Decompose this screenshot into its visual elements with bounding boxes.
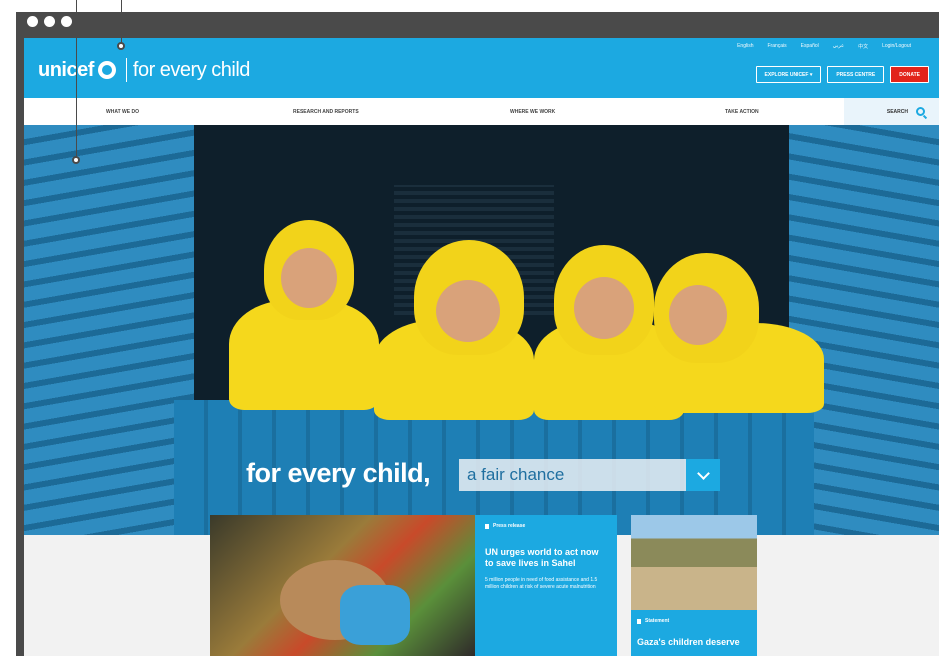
callout-line [121,0,122,44]
main-nav: WHAT WE DO RESEARCH AND REPORTS WHERE WE… [24,98,939,125]
story-card-photo [631,515,757,610]
language-chinese[interactable]: 中文 [858,43,868,50]
dropdown-toggle[interactable] [686,459,720,491]
hero-title: for every child, [246,458,431,488]
news-card-tag-label: Press release [493,523,526,529]
window-controls [27,16,72,27]
document-icon [637,618,641,624]
window-dot-icon[interactable] [61,16,72,27]
language-spanish[interactable]: Español [801,43,819,50]
donate-button[interactable]: DONATE [890,66,929,83]
language-selector: English Français Español عربي 中文 Login/L… [737,43,911,50]
explore-unicef-button[interactable]: EXPLORE UNICEF ▾ [755,66,822,83]
language-french[interactable]: Français [767,43,786,50]
story-card-tag: Statement [637,618,669,624]
chevron-down-icon [696,466,710,480]
language-english[interactable]: English [737,43,753,50]
story-card-tag-label: Statement [645,618,670,624]
unicef-globe-icon [97,61,116,79]
search-button[interactable]: SEARCH [844,98,939,125]
window-dot-icon[interactable] [27,16,38,27]
brand-tagline: for every child [132,58,251,81]
brand-name: unicef [38,58,94,81]
login-link[interactable]: Login/Logout [882,43,911,50]
page-viewport: unicef for every child English Français … [24,38,939,656]
callout-line [76,0,77,160]
story-card[interactable]: Statement Gaza's children deserve [631,515,757,656]
hero-dropdown[interactable]: a fair chance [459,459,720,491]
press-centre-button[interactable]: PRESS CENTRE [827,66,885,83]
callout-marker [117,42,125,50]
language-arabic[interactable]: عربي [833,43,844,50]
nav-research-reports[interactable]: RESEARCH AND REPORTS [293,109,359,115]
feature-photo-cloth [340,585,410,645]
hero-banner: for every child, a fair chance [24,125,939,535]
window-dot-icon[interactable] [44,16,55,27]
news-card[interactable]: Press release UN urges world to act now … [475,515,617,656]
nav-take-action[interactable]: TAKE ACTION [725,109,759,115]
header: unicef for every child English Français … [24,38,939,98]
nav-what-we-do[interactable]: WHAT WE DO [106,109,139,115]
document-icon [485,523,489,529]
story-card-headline[interactable]: Gaza's children deserve [637,637,740,647]
hero-photo-shutter-left [24,125,194,535]
hero-dropdown-value: a fair chance [467,465,565,484]
search-label: SEARCH [886,108,908,115]
feature-card-photo[interactable] [210,515,475,656]
news-card-summary: 5 million people in need of food assista… [485,577,598,590]
nav-where-we-work[interactable]: WHERE WE WORK [510,109,555,115]
unicef-logo[interactable]: unicef for every child [38,58,250,82]
news-card-headline[interactable]: UN urges world to act now to save lives … [485,547,607,569]
search-icon [916,107,925,116]
logo-separator [125,58,127,82]
news-card-tag: Press release [485,523,607,529]
header-actions: EXPLORE UNICEF ▾ PRESS CENTRE DONATE [755,66,929,83]
callout-marker [72,156,80,164]
